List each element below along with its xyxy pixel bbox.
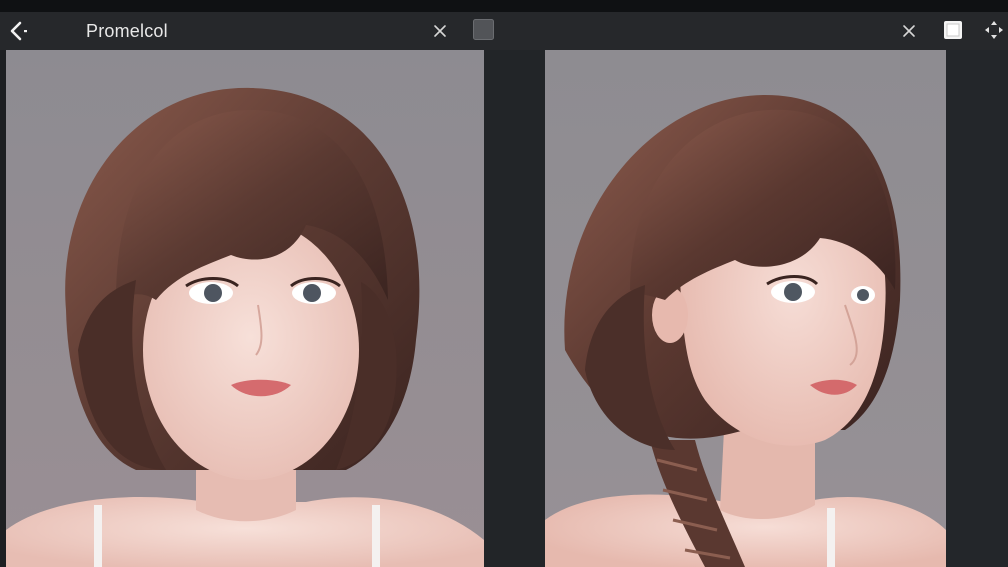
right-edge bbox=[946, 50, 1008, 567]
window-square-icon[interactable] bbox=[943, 20, 963, 40]
panel-divider bbox=[484, 50, 545, 567]
top-strip bbox=[0, 0, 1008, 12]
close-icon[interactable] bbox=[433, 24, 447, 38]
back-arrow-icon[interactable] bbox=[8, 20, 30, 42]
square-icon[interactable] bbox=[473, 19, 494, 40]
move-arrows-icon[interactable] bbox=[984, 20, 1004, 40]
close-icon[interactable] bbox=[902, 24, 916, 38]
app-title: Promelcol bbox=[86, 21, 168, 41]
portrait-profile-image[interactable] bbox=[545, 50, 946, 567]
portrait-front-image[interactable] bbox=[6, 50, 484, 567]
